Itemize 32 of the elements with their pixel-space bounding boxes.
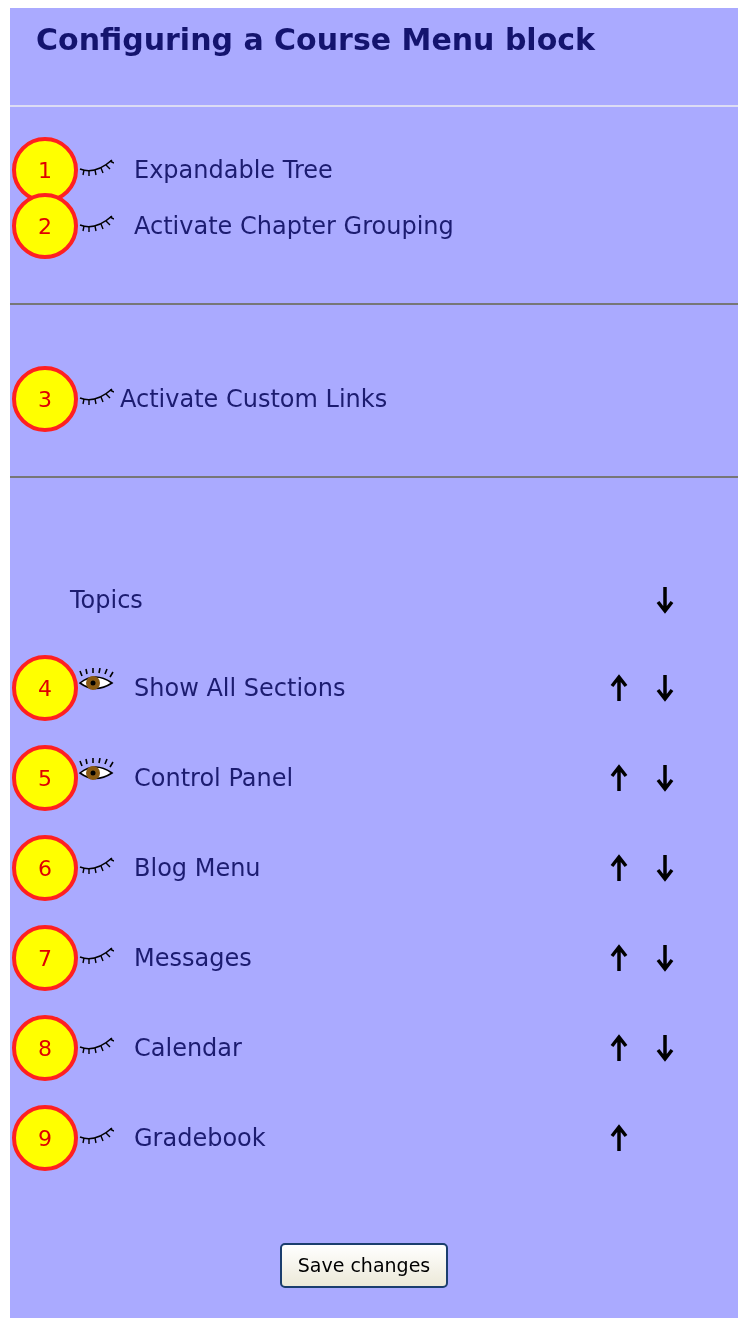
- up-arrow-icon[interactable]: [610, 854, 628, 882]
- menu-item-label: Activate Chapter Grouping: [134, 211, 454, 242]
- save-button[interactable]: Save changes: [279, 1243, 449, 1288]
- callout-number: 5: [12, 745, 78, 811]
- down-arrow-icon[interactable]: [656, 674, 674, 702]
- callout-number: 3: [12, 366, 78, 432]
- menu-item-label: Control Panel: [134, 763, 294, 794]
- page-title: Configuring a Course Menu block: [35, 21, 596, 58]
- up-arrow-icon[interactable]: [610, 674, 628, 702]
- down-arrow-icon[interactable]: [656, 1034, 674, 1062]
- callout-number: 6: [12, 835, 78, 901]
- menu-item-label: Gradebook: [134, 1123, 266, 1154]
- callout-number: 4: [12, 655, 78, 721]
- down-arrow-icon[interactable]: [656, 764, 674, 792]
- up-arrow-icon[interactable]: [610, 764, 628, 792]
- menu-item-label: Calendar: [134, 1033, 242, 1064]
- menu-item-label: Topics: [70, 585, 143, 616]
- up-arrow-icon[interactable]: [610, 944, 628, 972]
- down-arrow-icon[interactable]: [656, 854, 674, 882]
- menu-item-label: Show All Sections: [134, 673, 346, 704]
- menu-item-label: Activate Custom Links: [120, 384, 388, 415]
- up-arrow-icon[interactable]: [610, 1034, 628, 1062]
- menu-item-label: Expandable Tree: [134, 155, 333, 186]
- menu-item-label: Messages: [134, 943, 252, 974]
- callout-number: 9: [12, 1105, 78, 1171]
- down-arrow-icon[interactable]: [656, 586, 674, 614]
- menu-item-label: Blog Menu: [134, 853, 261, 884]
- up-arrow-icon[interactable]: [610, 1124, 628, 1152]
- callout-number: 8: [12, 1015, 78, 1081]
- callout-number: 7: [12, 925, 78, 991]
- down-arrow-icon[interactable]: [656, 944, 674, 972]
- callout-number: 2: [12, 193, 78, 259]
